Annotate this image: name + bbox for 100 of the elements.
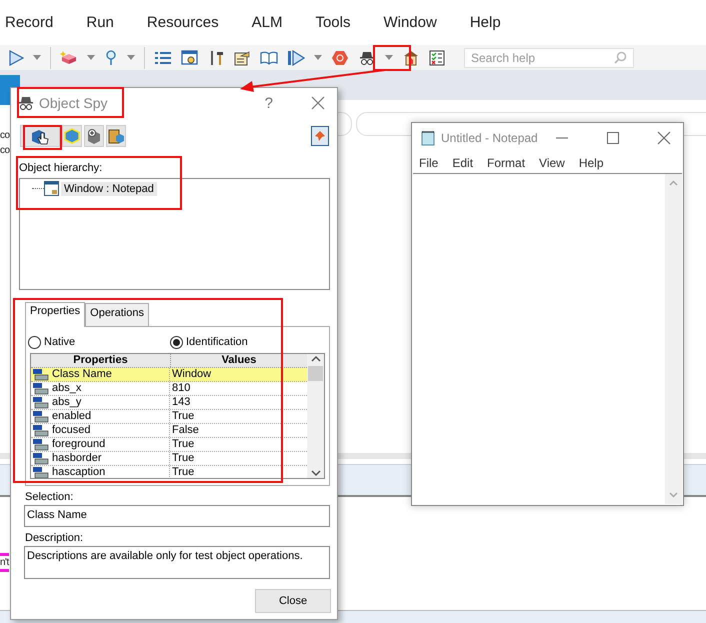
property-row[interactable]: enabled True — [31, 410, 307, 424]
description-label: Description: — [24, 532, 84, 544]
property-value: 143 — [171, 396, 192, 409]
description-field[interactable]: Descriptions are available only for test object operations. — [24, 546, 330, 579]
menu-item[interactable]: Resources — [142, 14, 219, 31]
tree-item[interactable]: Window : Notepad — [61, 182, 157, 196]
clipboard-icon — [108, 128, 124, 144]
scrollbar-thumb[interactable] — [308, 366, 323, 381]
property-row[interactable]: abs_x 810 — [31, 382, 307, 396]
property-row[interactable]: Class Name Window — [31, 368, 307, 382]
book-icon[interactable] — [260, 50, 278, 66]
menu-item[interactable]: File — [419, 156, 438, 170]
caret-icon[interactable] — [33, 55, 41, 60]
menu-item[interactable]: Window — [378, 14, 437, 31]
menu-item[interactable]: ALM — [246, 14, 282, 31]
step-icon[interactable] — [287, 50, 305, 66]
add-object-button[interactable] — [84, 125, 104, 147]
property-icon — [33, 466, 49, 478]
tab[interactable]: Properties — [25, 302, 86, 327]
maximize-icon[interactable] — [606, 131, 620, 145]
pin-icon[interactable] — [104, 50, 118, 66]
menu-item[interactable]: Edit — [452, 156, 474, 170]
radio-button[interactable] — [28, 336, 41, 348]
spy-icon — [19, 95, 33, 111]
scrollbar[interactable] — [307, 354, 324, 478]
house-icon[interactable] — [402, 50, 420, 66]
pin-icon — [314, 130, 326, 142]
background-text: co — [0, 130, 10, 141]
hexagon-icon[interactable] — [331, 50, 349, 66]
play-icon[interactable] — [8, 50, 24, 66]
chevron-down-icon[interactable] — [310, 468, 320, 478]
background-text: co — [0, 145, 10, 156]
property-icon — [33, 424, 49, 436]
property-value: True — [171, 466, 196, 478]
menu-item[interactable]: View — [539, 156, 565, 170]
property-value: False — [171, 424, 200, 437]
help-button[interactable]: ? — [264, 94, 273, 112]
property-name: enabled — [52, 410, 92, 423]
add-object-icon — [86, 128, 102, 144]
chevron-up-icon[interactable] — [310, 354, 320, 364]
selection-field[interactable]: Class Name — [24, 505, 330, 527]
property-name: foreground — [52, 438, 106, 451]
pin-button[interactable] — [311, 126, 329, 146]
property-row[interactable]: foreground True — [31, 438, 307, 452]
checklist-icon[interactable] — [429, 50, 445, 66]
clipboard-icon[interactable] — [233, 50, 251, 66]
radio-button[interactable] — [170, 336, 183, 348]
radio-label: Identification — [186, 336, 248, 348]
cube-icon — [64, 128, 80, 144]
list-icon[interactable] — [154, 50, 172, 66]
menu-item[interactable]: Tools — [310, 14, 350, 31]
caret-icon[interactable] — [385, 55, 393, 60]
annotation-box — [373, 45, 411, 71]
window-icon — [44, 181, 59, 196]
menu-item[interactable]: Record — [0, 14, 54, 31]
property-name: hascaption — [52, 466, 106, 478]
search-icon — [614, 51, 627, 64]
property-value: True — [171, 410, 196, 423]
hierarchy-label: Object hierarchy: — [18, 161, 104, 175]
menu-item[interactable]: Run — [81, 14, 114, 31]
caret-icon[interactable] — [127, 55, 135, 60]
property-value: Window — [171, 368, 212, 381]
selection-label: Selection: — [24, 491, 74, 503]
property-icon — [33, 452, 49, 464]
window-title: Untitled - Notepad — [441, 131, 539, 145]
tab[interactable]: Operations — [85, 303, 149, 326]
menu-item[interactable]: Format — [487, 156, 526, 170]
property-row[interactable]: focused False — [31, 424, 307, 438]
radio-label: Native — [44, 336, 76, 348]
tools-icon[interactable] — [208, 50, 224, 66]
box-icon[interactable] — [60, 50, 78, 66]
property-row[interactable]: abs_y 143 — [31, 396, 307, 410]
spy-icon[interactable] — [358, 50, 376, 66]
property-row[interactable]: hasborder True — [31, 452, 307, 466]
property-name: Class Name — [52, 368, 112, 381]
property-value: True — [171, 452, 196, 465]
caret-icon[interactable] — [314, 55, 322, 60]
property-icon — [33, 382, 49, 394]
notepad-icon — [420, 130, 436, 146]
property-name: focused — [52, 424, 91, 437]
property-icon — [33, 410, 49, 422]
pointing-hand-icon — [30, 127, 50, 145]
property-value: 810 — [171, 382, 192, 395]
menu-item[interactable]: Help — [464, 14, 501, 31]
column-header: Properties — [72, 354, 129, 367]
dialog-title: Object Spy — [39, 95, 108, 111]
property-value: True — [171, 438, 196, 451]
property-row[interactable]: hascaption True — [31, 466, 307, 478]
close-button[interactable]: Close — [255, 589, 331, 613]
property-name: abs_y — [52, 396, 82, 409]
close-icon[interactable] — [657, 131, 671, 145]
caret-icon[interactable] — [87, 55, 95, 60]
clipboard-button[interactable] — [106, 125, 126, 147]
property-icon — [33, 438, 49, 450]
property-name: abs_x — [52, 382, 82, 395]
close-icon[interactable] — [311, 96, 325, 110]
window-icon[interactable] — [181, 50, 199, 66]
property-name: hasborder — [52, 452, 102, 465]
property-icon — [33, 368, 49, 380]
menu-item[interactable]: Help — [578, 156, 604, 170]
